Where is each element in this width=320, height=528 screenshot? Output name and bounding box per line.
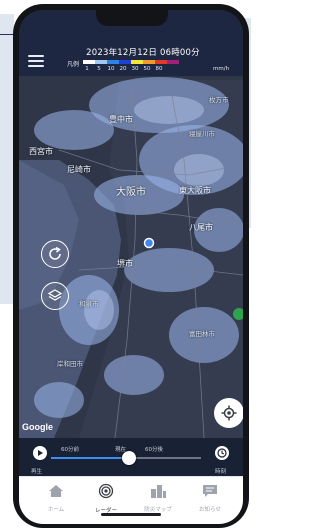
layers-button[interactable] [41,282,69,310]
nav-notices[interactable]: お知らせ [185,483,235,513]
legend-tick: 30 [131,66,139,72]
crosshair-icon [221,405,237,421]
city-label-higashiosaka: 東大阪市 [179,186,211,195]
home-indicator [101,513,161,516]
buildings-icon [151,485,166,498]
city-label-amagasaki: 尼崎市 [67,165,91,174]
city-label-kishiwada: 岸和田市 [57,360,83,368]
bottom-navigation: ホーム レーダー 防災マップ お知らせ [19,476,243,524]
refresh-icon [49,246,61,260]
nav-label: お知らせ [199,507,221,513]
rainfall-legend: 凡例 1 5 10 20 30 50 80 mm/h [67,59,235,75]
legend-unit: mm/h [213,66,230,72]
clock-label: 時刻 [215,469,227,475]
refresh-button[interactable] [41,240,69,268]
clock-button[interactable] [215,446,229,460]
hamburger-menu-icon[interactable] [28,55,44,67]
observation-datetime: 2023年12月12日 06時00分 [86,48,200,58]
nav-label: ホーム [47,507,65,513]
legend-tick: 80 [155,66,163,72]
legend-tick: 1 [85,66,89,72]
legend-tick: 10 [107,66,115,72]
legend-ticks: 1 5 10 20 30 50 80 [81,66,165,72]
google-attribution: Google [22,422,53,432]
phone-notch [96,10,168,26]
nav-label: 防災マップ [144,507,172,513]
background-line-left [0,34,14,35]
city-label-yao: 八尾市 [189,223,213,232]
city-label-toyonaka: 豊中市 [109,115,133,124]
city-label-osaka: 大阪市 [116,187,146,198]
past-label: 60分前 [61,447,79,453]
current-location-button[interactable] [214,398,243,428]
top-bar: 2023年12月12日 06時00分 凡例 1 5 10 20 30 50 80… [19,10,243,76]
nav-disaster-map[interactable]: 防災マップ [133,483,183,513]
layers-icon [47,289,63,301]
legend-tick: 50 [143,66,151,72]
clock-icon [217,448,227,458]
message-icon [203,485,217,497]
city-label-hirakata: 枚方市 [209,96,229,104]
city-label-sakai: 堺市 [117,259,133,268]
city-label-tondabayashi: 富田林市 [189,330,215,338]
legend-tick: 20 [119,66,127,72]
map-pin[interactable] [233,308,243,320]
legend-color-scale [83,60,179,64]
phone-frame: 枚方市 豊中市 寝屋川市 西宮市 尼崎市 大阪市 東大阪市 八尾市 堺市 和泉市… [13,4,249,528]
legend-label: 凡例 [67,61,80,68]
future-label: 60分後 [145,447,163,453]
background-panel-left [0,14,14,304]
legend-tick: 5 [97,66,101,72]
app-screen: 枚方市 豊中市 寝屋川市 西宮市 尼崎市 大阪市 東大阪市 八尾市 堺市 和泉市… [19,10,243,524]
nav-radar[interactable]: レーダー [81,483,131,514]
radar-icon [98,483,114,499]
play-label: 再生 [31,469,43,475]
city-label-nishinomiya: 西宮市 [29,147,53,156]
time-slider-fill [51,457,129,459]
home-icon [49,485,63,497]
nav-home[interactable]: ホーム [31,483,81,513]
time-slider-bar: 再生 60分前 現在 60分後 時刻 [19,438,243,476]
time-slider-handle[interactable] [122,451,136,465]
city-label-izumi: 和泉市 [79,300,99,308]
city-label-neyagawa: 寝屋川市 [189,130,215,138]
play-button[interactable] [33,446,47,460]
play-icon [38,450,43,456]
